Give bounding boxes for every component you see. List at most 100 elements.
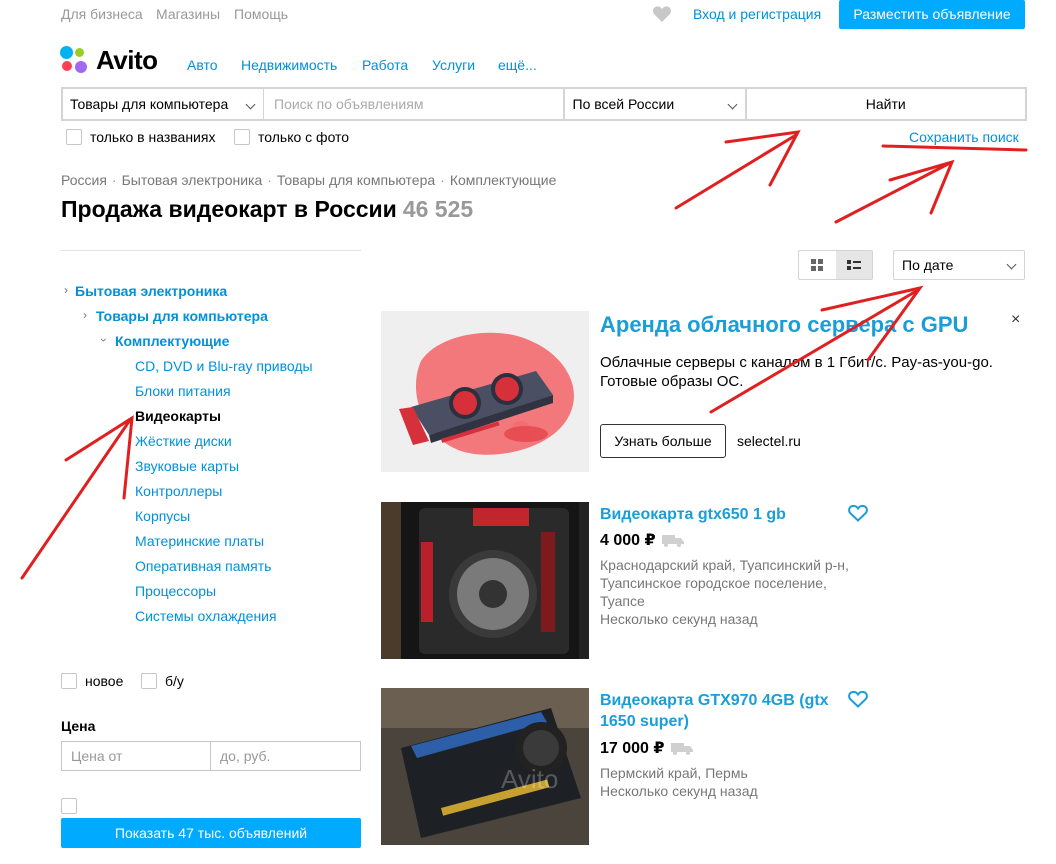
nav-auto[interactable]: Авто: [187, 57, 218, 73]
breadcrumb: Россия · Бытовая электроника · Товары дл…: [61, 172, 557, 188]
listing-photo: [381, 502, 589, 659]
sidebar-item-cooling[interactable]: Системы охлаждения: [135, 608, 277, 624]
grid-icon: [811, 259, 824, 271]
sidebar-item-cases[interactable]: Корпусы: [135, 508, 190, 524]
listing-location: Краснодарский край, Туапсинский р-н, Туа…: [600, 556, 849, 628]
ad-title[interactable]: Аренда облачного сервера с GPU: [600, 312, 968, 338]
category-select[interactable]: Товары для компьютера: [63, 89, 264, 119]
favorite-heart-icon[interactable]: [848, 690, 868, 708]
breadcrumb-item[interactable]: Россия: [61, 172, 107, 188]
logo-dots-icon: [60, 45, 90, 75]
price-to-input[interactable]: [211, 742, 360, 770]
only-photo-label: только с фото: [258, 129, 350, 145]
sidebar-item-optical-drives[interactable]: CD, DVD и Blu-ray приводы: [135, 358, 313, 374]
listing-title[interactable]: Видеокарта GTX970 4GB (gtx 1650 super): [600, 690, 840, 732]
help-link[interactable]: Помощь: [234, 6, 288, 22]
listing-location-line: Туапсе: [600, 593, 645, 609]
show-results-button[interactable]: Показать 47 тыс. объявлений: [61, 818, 361, 848]
login-link[interactable]: Вход и регистрация: [693, 6, 821, 22]
page-title-text: Продажа видеокарт в России: [61, 196, 397, 222]
nav-more[interactable]: ещё...: [498, 57, 537, 73]
sidebar-item-sound-cards[interactable]: Звуковые карты: [135, 458, 239, 474]
condition-used-checkbox[interactable]: [141, 673, 157, 689]
listing-price: 17 000 ₽: [600, 738, 693, 758]
ad-image[interactable]: [381, 311, 589, 472]
listing-time: Несколько секунд назад: [600, 783, 758, 799]
sidebar-item-controllers[interactable]: Контроллеры: [135, 483, 222, 499]
only-photo-checkbox[interactable]: [234, 129, 250, 145]
sidebar-item-motherboards[interactable]: Материнские платы: [135, 533, 264, 549]
breadcrumb-item[interactable]: Бытовая электроника: [122, 172, 263, 188]
sidebar-category-computer-goods[interactable]: Товары для компьютера: [96, 308, 268, 324]
condition-new-checkbox[interactable]: [61, 673, 77, 689]
ad-domain: selectel.ru: [737, 433, 801, 449]
post-ad-button[interactable]: Разместить объявление: [839, 0, 1025, 29]
sidebar-item-hard-drives[interactable]: Жёсткие диски: [135, 433, 232, 449]
nav-jobs[interactable]: Работа: [362, 57, 408, 73]
condition-used-label: б/у: [165, 673, 184, 689]
price-range: [61, 741, 361, 771]
favorite-heart-icon[interactable]: [848, 504, 868, 522]
listing-location: Пермский край, Пермь Несколько секунд на…: [600, 764, 758, 800]
condition-used-option[interactable]: б/у: [141, 673, 184, 689]
chevron-down-icon: [245, 99, 256, 110]
save-search-link[interactable]: Сохранить поиск: [909, 129, 1019, 145]
ad-learn-more-button[interactable]: Узнать больше: [600, 424, 726, 458]
gpu-illustration: [381, 311, 589, 472]
listing-location-line: Пермский край, Пермь: [600, 765, 748, 781]
nav-realty[interactable]: Недвижимость: [241, 57, 337, 73]
listing-price-value: 4 000 ₽: [600, 532, 656, 549]
find-button[interactable]: Найти: [746, 89, 1025, 119]
sidebar-item-processors[interactable]: Процессоры: [135, 583, 216, 599]
listing-image[interactable]: Avito: [381, 688, 589, 845]
delivery-truck-icon: [661, 534, 684, 547]
only-photo-option[interactable]: только с фото: [234, 129, 349, 145]
list-view-button[interactable]: [835, 251, 872, 279]
chevron-down-icon: [727, 99, 737, 110]
sidebar-item-power-supplies[interactable]: Блоки питания: [135, 383, 231, 399]
breadcrumb-item[interactable]: Комплектующие: [450, 172, 557, 188]
view-toggle: [798, 250, 873, 280]
favorites-heart-icon[interactable]: [652, 5, 672, 23]
listing-price-value: 17 000 ₽: [600, 740, 665, 757]
delivery-truck-icon: [670, 742, 693, 755]
sort-select-value: По дате: [902, 257, 954, 273]
listing-time: Несколько секунд назад: [600, 611, 758, 627]
sidebar-item-ram[interactable]: Оперативная память: [135, 558, 271, 574]
chevron-down-icon: ›: [97, 338, 111, 342]
listing-image[interactable]: [381, 502, 589, 659]
listing-location-line: Туапсинское городское поселение,: [600, 575, 827, 591]
for-business-link[interactable]: Для бизнеса: [61, 6, 143, 22]
only-titles-option[interactable]: только в названиях: [66, 129, 215, 145]
sidebar-category-components[interactable]: Комплектующие: [115, 333, 229, 349]
listing-title[interactable]: Видеокарта gtx650 1 gb: [600, 504, 786, 525]
ad-text: Облачные серверы с каналом в 1 Гбит/с. P…: [600, 354, 993, 390]
close-icon[interactable]: ×: [1011, 311, 1020, 329]
avito-logo[interactable]: Avito: [60, 45, 158, 75]
chevron-right-icon: ›: [64, 283, 68, 297]
only-titles-label: только в названиях: [90, 129, 216, 145]
nav-services[interactable]: Услуги: [432, 57, 475, 73]
condition-new-option[interactable]: новое: [61, 673, 123, 689]
price-from-input[interactable]: [62, 742, 211, 770]
chevron-right-icon: ›: [83, 308, 87, 322]
listing-location-line: Краснодарский край, Туапсинский р-н,: [600, 557, 849, 573]
listing-photo: Avito: [381, 688, 589, 845]
divider: [61, 250, 361, 251]
svg-text:Avito: Avito: [501, 764, 558, 794]
filter-checkbox[interactable]: [61, 798, 77, 814]
search-bar: Товары для компьютера По всей России Най…: [61, 87, 1027, 121]
region-select[interactable]: По всей России: [565, 89, 747, 119]
region-select-value: По всей России: [572, 96, 675, 112]
chevron-down-icon: [1006, 259, 1017, 270]
sort-select[interactable]: По дате: [893, 250, 1025, 280]
sidebar-category-electronics[interactable]: Бытовая электроника: [75, 283, 227, 299]
only-titles-checkbox[interactable]: [66, 129, 82, 145]
breadcrumb-item[interactable]: Товары для компьютера: [277, 172, 435, 188]
search-input[interactable]: [264, 89, 565, 119]
result-count: 46 525: [402, 196, 474, 222]
grid-view-button[interactable]: [799, 251, 836, 279]
price-label: Цена: [61, 718, 96, 734]
listing-price: 4 000 ₽: [600, 530, 684, 550]
shops-link[interactable]: Магазины: [156, 6, 220, 22]
